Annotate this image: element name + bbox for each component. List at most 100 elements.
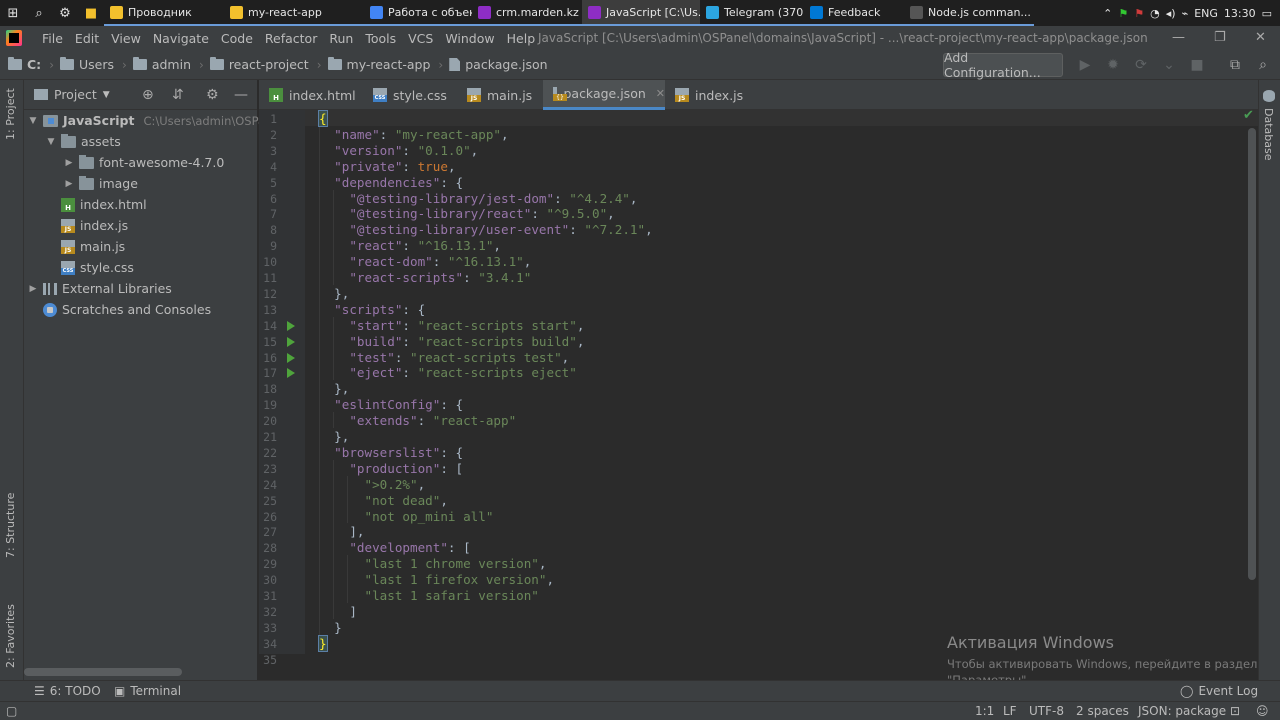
- tree-item[interactable]: ▼ assets: [46, 131, 121, 152]
- taskbar-app[interactable]: Telegram (3707): [700, 0, 804, 26]
- volume-icon[interactable]: ◂): [1166, 7, 1176, 20]
- project-tool-button[interactable]: 1: Project: [4, 88, 17, 140]
- close-icon[interactable]: ✕: [1255, 30, 1266, 45]
- tree-item[interactable]: ▶ image: [64, 173, 138, 194]
- menu-code[interactable]: Code: [215, 31, 259, 46]
- tree-item[interactable]: Hindex.html: [46, 194, 147, 215]
- code-line: "last 1 safari version": [364, 588, 539, 603]
- taskbar-app[interactable]: Работа с объект...: [364, 0, 472, 26]
- tab-index-html[interactable]: Hindex.html: [259, 80, 363, 110]
- horizontal-scrollbar[interactable]: [24, 668, 182, 676]
- tree-item[interactable]: ▼ JavaScript C:\Users\admin\OSPanel: [28, 110, 283, 131]
- menu-refactor[interactable]: Refactor: [259, 31, 323, 46]
- menu-vcs[interactable]: VCS: [402, 31, 439, 46]
- notification-icon[interactable]: ▭: [1262, 7, 1272, 20]
- structure-tool-button[interactable]: 7: Structure: [4, 493, 17, 558]
- tree-item[interactable]: style.css: [46, 257, 134, 278]
- database-icon[interactable]: [1263, 90, 1275, 102]
- menu-help[interactable]: Help: [501, 31, 542, 46]
- run-icon[interactable]: ▶: [1076, 56, 1094, 74]
- usb-icon[interactable]: ⌁: [1182, 7, 1189, 20]
- line-separator[interactable]: LF: [1003, 704, 1017, 718]
- tree-item[interactable]: ▶ External Libraries: [28, 278, 172, 299]
- flag-icon[interactable]: ⚑: [1118, 7, 1128, 20]
- search-everywhere-icon[interactable]: ⌕: [1254, 56, 1272, 74]
- project-view-selector[interactable]: Project ▼: [34, 87, 110, 102]
- chevron-up-icon[interactable]: ⌃: [1103, 7, 1112, 20]
- json-schema[interactable]: JSON: package: [1138, 704, 1226, 718]
- breadcrumb-item[interactable]: my-react-app: [327, 57, 430, 72]
- collapse-all-icon[interactable]: ⇵: [172, 87, 184, 103]
- presentation-icon[interactable]: ⧉: [1226, 56, 1244, 74]
- clock[interactable]: 13:30: [1224, 7, 1256, 20]
- breadcrumb-item[interactable]: react-project: [209, 57, 309, 72]
- hide-icon[interactable]: —: [234, 87, 248, 103]
- tree-item[interactable]: index.js: [46, 215, 128, 236]
- run-script-icon[interactable]: [287, 352, 295, 363]
- todo-tool-button[interactable]: ☰ 6: TODO: [34, 684, 101, 698]
- run-script-icon[interactable]: [287, 336, 295, 347]
- chevron-right-icon[interactable]: ▶: [64, 158, 74, 168]
- chevron-down-icon[interactable]: ▼: [28, 116, 38, 126]
- minimize-icon[interactable]: —: [1172, 30, 1185, 45]
- taskbar-app[interactable]: Feedback: [804, 0, 904, 26]
- tree-item[interactable]: Scratches and Consoles: [28, 299, 211, 320]
- debug-icon[interactable]: ✹: [1104, 56, 1122, 74]
- tree-item[interactable]: ▶ font-awesome-4.7.0: [64, 152, 224, 173]
- run-script-icon[interactable]: [287, 368, 295, 379]
- taskbar-app[interactable]: my-react-app: [224, 0, 364, 26]
- inspector-icon[interactable]: ☺: [1256, 704, 1269, 718]
- restore-icon[interactable]: ❐: [1214, 30, 1226, 45]
- indent-setting[interactable]: 2 spaces: [1076, 704, 1129, 718]
- taskbar-app[interactable]: Проводник: [104, 0, 224, 26]
- taskbar-app[interactable]: Node.js comman...: [904, 0, 1034, 26]
- tab-style-css[interactable]: style.css: [363, 80, 457, 110]
- menu-view[interactable]: View: [105, 31, 147, 46]
- coverage-icon[interactable]: ⟳: [1132, 56, 1150, 74]
- tab-index-js[interactable]: index.js: [665, 80, 757, 110]
- search-icon[interactable]: ⌕: [26, 0, 52, 26]
- locate-icon[interactable]: ⊕: [142, 87, 154, 103]
- close-tab-icon[interactable]: ✕: [656, 87, 665, 100]
- network-icon[interactable]: ◔: [1150, 7, 1160, 20]
- file-encoding[interactable]: UTF-8: [1029, 704, 1064, 718]
- menu-navigate[interactable]: Navigate: [147, 31, 215, 46]
- code-line: },: [319, 285, 350, 301]
- breadcrumb-item[interactable]: admin: [132, 57, 191, 72]
- menu-edit[interactable]: Edit: [69, 31, 105, 46]
- database-tool-button[interactable]: Database: [1262, 108, 1275, 161]
- add-configuration-button[interactable]: Add Configuration...: [943, 50, 1063, 80]
- lock-icon[interactable]: ⊡: [1230, 704, 1240, 718]
- run-script-icon[interactable]: [287, 320, 295, 331]
- toggle-tool-windows-icon[interactable]: ▢: [6, 704, 17, 718]
- chevron-right-icon[interactable]: ▶: [64, 179, 74, 189]
- menu-file[interactable]: File: [36, 31, 69, 46]
- settings-icon[interactable]: ⚙: [52, 0, 78, 26]
- vertical-scrollbar[interactable]: [1248, 128, 1256, 580]
- sticky-notes-icon[interactable]: ■: [78, 0, 104, 26]
- tab-package-json[interactable]: package.json ✕: [543, 80, 665, 110]
- windows-start-icon[interactable]: ⊞: [0, 0, 26, 26]
- code-editor[interactable]: { "name": "my-react-app", "version": "0.…: [305, 110, 1258, 654]
- language-indicator[interactable]: ENG: [1194, 7, 1218, 20]
- breadcrumb-item[interactable]: package.json: [449, 57, 548, 72]
- breadcrumb-item[interactable]: Users: [60, 57, 114, 72]
- flag-icon[interactable]: ⚑: [1134, 7, 1144, 20]
- more-run-icon[interactable]: ⌄: [1160, 56, 1178, 74]
- stop-icon[interactable]: ■: [1188, 56, 1206, 74]
- breadcrumb-item[interactable]: C:: [8, 57, 41, 72]
- favorites-tool-button[interactable]: 2: Favorites: [4, 604, 17, 668]
- tab-main-js[interactable]: main.js: [457, 80, 543, 110]
- chevron-right-icon[interactable]: ▶: [28, 284, 38, 294]
- menu-window[interactable]: Window: [439, 31, 500, 46]
- gear-icon[interactable]: ⚙: [206, 87, 219, 103]
- caret-position[interactable]: 1:1: [975, 704, 994, 718]
- taskbar-app[interactable]: crm.marden.kz [C...: [472, 0, 582, 26]
- tree-item[interactable]: main.js: [46, 236, 125, 257]
- event-log-tool-button[interactable]: ◯ Event Log: [1180, 684, 1258, 698]
- menu-run[interactable]: Run: [323, 31, 359, 46]
- taskbar-app[interactable]: JavaScript [C:\Us...: [582, 0, 700, 26]
- menu-tools[interactable]: Tools: [359, 31, 402, 46]
- chevron-down-icon[interactable]: ▼: [46, 137, 56, 147]
- terminal-tool-button[interactable]: ▣ Terminal: [114, 684, 181, 698]
